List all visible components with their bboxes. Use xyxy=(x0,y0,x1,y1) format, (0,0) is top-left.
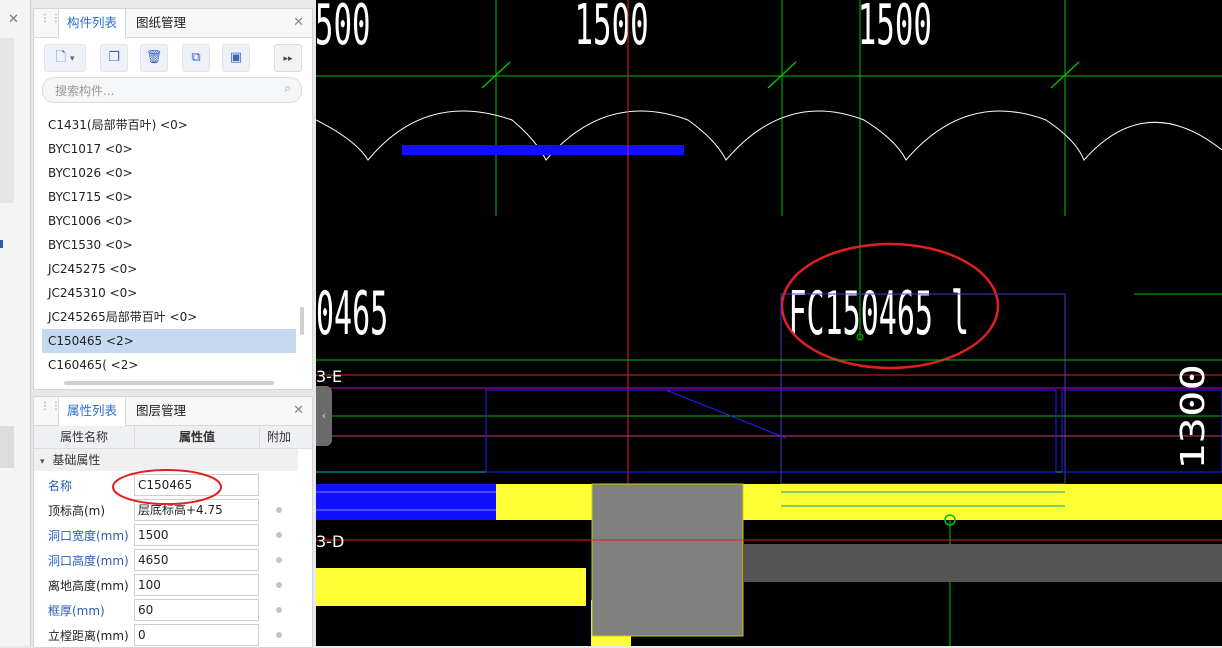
property-label: 顶标高(m) xyxy=(48,504,106,518)
component-label-main: FC150465 l xyxy=(789,280,970,350)
component-toolbar: 🗋 ▾ ❐ 🗑 ⧉ ▣ ▸▸ xyxy=(34,38,312,78)
copy-icon: ❐ xyxy=(108,50,120,65)
tab-property-list[interactable]: 属性列表 xyxy=(58,397,127,426)
list-item[interactable]: JC245265局部带百叶 <0> xyxy=(42,305,296,329)
property-label: 洞口宽度(mm) xyxy=(48,529,129,543)
annotation-ellipse xyxy=(112,469,222,505)
property-label: 立樘距离(mm) xyxy=(48,629,129,643)
extra-checkbox[interactable] xyxy=(276,507,282,513)
delete-button[interactable]: 🗑 xyxy=(140,44,168,72)
component-label-left: 0465 xyxy=(316,280,388,350)
list-item[interactable]: JC245310 <0> xyxy=(42,281,296,305)
more-button[interactable]: ▸▸ xyxy=(274,44,302,72)
collapse-panel-handle[interactable]: ‹ xyxy=(316,386,332,446)
list-item[interactable]: BYC1006 <0> xyxy=(42,209,296,233)
chevron-left-icon: ‹ xyxy=(321,409,327,422)
save-template-button[interactable]: ▣ xyxy=(222,44,250,72)
property-row: 框厚(mm) 60 xyxy=(34,598,298,623)
property-value-input[interactable]: 100 xyxy=(134,574,259,596)
property-table-header: 属性名称 属性值 附加 xyxy=(34,426,312,449)
search-placeholder: 搜索构件... xyxy=(55,84,115,98)
list-item[interactable]: BYC1530 <0> xyxy=(42,233,296,257)
list-item-selected[interactable]: C150465 <2> xyxy=(42,329,296,353)
chevron-down-icon: ▾ xyxy=(70,54,75,64)
property-label: 名称 xyxy=(48,479,73,493)
duplicate-icon: ⧉ xyxy=(191,50,201,65)
property-label: 洞口高度(mm) xyxy=(48,554,129,568)
property-label: 离地高度(mm) xyxy=(48,579,129,593)
axis-label: 3-D xyxy=(316,532,344,551)
dock-scroll-track xyxy=(0,38,14,203)
drag-handle-icon[interactable]: ⋮⋮ xyxy=(40,14,61,29)
dock-marker xyxy=(0,240,3,248)
duplicate-button[interactable]: ⧉ xyxy=(182,44,210,72)
new-file-icon: 🗋 xyxy=(55,50,66,65)
property-value-input[interactable]: 1500 xyxy=(134,524,259,546)
extra-checkbox[interactable] xyxy=(276,532,282,538)
property-value-input[interactable]: 4650 xyxy=(134,549,259,571)
dimension-text: 1500 xyxy=(858,0,932,58)
property-row: 立樘距离(mm) 0 xyxy=(34,623,298,648)
new-component-button[interactable]: 🗋 ▾ xyxy=(44,44,86,72)
chevron-down-icon: ▾ xyxy=(40,457,45,467)
close-icon[interactable]: ✕ xyxy=(8,12,19,27)
horizontal-scrollbar[interactable] xyxy=(64,381,274,385)
list-item[interactable]: C1431(局部带百叶) <0> xyxy=(42,113,296,137)
property-label: 框厚(mm) xyxy=(48,604,105,618)
property-value-input[interactable]: 0 xyxy=(134,624,259,646)
tab-drawing-management[interactable]: 图纸管理 xyxy=(128,9,194,37)
copy-button[interactable]: ❐ xyxy=(100,44,128,72)
search-icon[interactable]: ⌕ xyxy=(284,81,291,96)
header-property-value: 属性值 xyxy=(135,426,260,448)
dimension-text: 1500 xyxy=(575,0,649,58)
vertical-scrollbar[interactable] xyxy=(300,307,304,335)
extra-checkbox[interactable] xyxy=(276,607,282,613)
list-item[interactable]: BYC1017 <0> xyxy=(42,137,296,161)
property-value-input[interactable]: 60 xyxy=(134,599,259,621)
property-panel-tabs: ⋮⋮ 属性列表 图层管理 ✕ xyxy=(34,397,312,426)
property-panel: ⋮⋮ 属性列表 图层管理 ✕ 属性名称 属性值 附加 ▾ 基础属性 名称 C15… xyxy=(33,396,313,648)
component-search[interactable]: 搜索构件... ⌕ xyxy=(42,77,302,103)
extra-checkbox[interactable] xyxy=(276,557,282,563)
save-icon: ▣ xyxy=(229,50,243,65)
double-chevron-right-icon: ▸▸ xyxy=(283,54,293,64)
close-icon[interactable]: ✕ xyxy=(293,15,304,30)
list-item[interactable]: BYC1715 <0> xyxy=(42,185,296,209)
dock-selected-block xyxy=(0,426,14,468)
property-row: 洞口高度(mm) 4650 xyxy=(34,548,298,573)
drag-handle-icon[interactable]: ⋮⋮ xyxy=(40,402,61,417)
list-item[interactable]: JC245275 <0> xyxy=(42,257,296,281)
component-list-panel: ⋮⋮ 构件列表 图纸管理 ✕ 🗋 ▾ ❐ 🗑 ⧉ ▣ ▸▸ 搜索构件... ⌕ … xyxy=(33,8,313,390)
close-icon[interactable]: ✕ xyxy=(293,403,304,418)
trash-icon: 🗑 xyxy=(145,50,163,65)
property-row: 洞口宽度(mm) 1500 xyxy=(34,523,298,548)
drawing-canvas[interactable]: 500 1500 1500 0465 FC150465 l 3-E 1300 3… xyxy=(316,0,1222,646)
property-row: 离地高度(mm) 100 xyxy=(34,573,298,598)
header-extra: 附加 xyxy=(266,430,291,444)
component-panel-tabs: ⋮⋮ 构件列表 图纸管理 ✕ xyxy=(34,9,312,38)
component-list: C1431(局部带百叶) <0> BYC1017 <0> BYC1026 <0>… xyxy=(42,113,296,377)
tab-layer-management[interactable]: 图层管理 xyxy=(128,397,194,425)
list-item[interactable]: C160465( <2> xyxy=(42,353,296,377)
extra-checkbox[interactable] xyxy=(276,632,282,638)
list-item[interactable]: BYC1026 <0> xyxy=(42,161,296,185)
axis-label: 3-E xyxy=(316,367,342,386)
group-label: 基础属性 xyxy=(52,453,101,467)
header-property-name: 属性名称 xyxy=(34,426,135,448)
cad-drawing: 500 1500 1500 0465 FC150465 l 3-E 1300 3… xyxy=(316,0,1222,646)
dimension-text: 500 xyxy=(316,0,371,58)
left-dock-strip: ✕ xyxy=(0,0,31,646)
tab-component-list[interactable]: 构件列表 xyxy=(58,9,127,38)
extra-checkbox[interactable] xyxy=(276,582,282,588)
dimension-text: 1300 xyxy=(1174,364,1212,470)
